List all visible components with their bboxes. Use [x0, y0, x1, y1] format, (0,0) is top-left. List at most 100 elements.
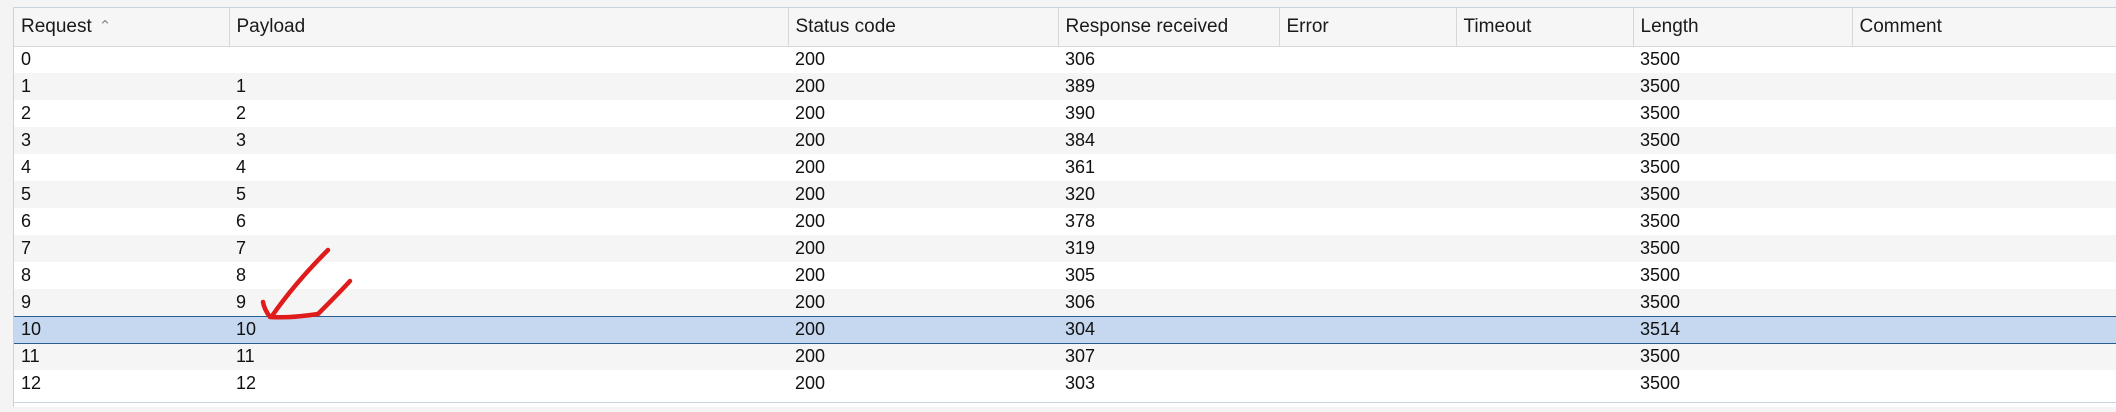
cell-error	[1279, 46, 1456, 73]
cell-length: 3500	[1633, 46, 1852, 73]
cell-request: 11	[14, 343, 229, 370]
table-row[interactable]: 8 8 200 305 3500	[14, 262, 2116, 289]
column-header-status-code[interactable]: Status code	[788, 8, 1059, 47]
cell-status-code: 200	[788, 73, 1058, 100]
column-header-error[interactable]: Error	[1279, 8, 1457, 47]
cell-length: 3500	[1633, 127, 1852, 154]
cell-response-received: 320	[1058, 181, 1279, 208]
cell-response-received: 306	[1058, 289, 1279, 316]
cell-comment	[1852, 370, 2116, 397]
cell-request: 1	[14, 73, 229, 100]
cell-comment	[1852, 154, 2116, 181]
cell-response-received: 306	[1058, 46, 1279, 73]
cell-status-code: 200	[788, 208, 1058, 235]
cell-error	[1279, 343, 1456, 370]
cell-comment	[1852, 127, 2116, 154]
cell-length: 3500	[1633, 370, 1852, 397]
table-header-row: Request ⌃ Payload Status code Response re…	[14, 8, 2116, 47]
cell-comment	[1852, 315, 2116, 344]
cell-comment	[1852, 262, 2116, 289]
results-table-container: Request ⌃ Payload Status code Response re…	[13, 7, 2116, 407]
cell-payload: 12	[229, 370, 788, 397]
cell-status-code: 200	[788, 235, 1058, 262]
column-header-label: Status code	[795, 15, 896, 37]
cell-request: 4	[14, 154, 229, 181]
column-header-timeout[interactable]: Timeout	[1456, 8, 1634, 47]
cell-comment	[1852, 343, 2116, 370]
column-header-response-received[interactable]: Response received	[1058, 8, 1280, 47]
table-row[interactable]: 3 3 200 384 3500	[14, 127, 2116, 154]
table-row[interactable]: 4 4 200 361 3500	[14, 154, 2116, 181]
table-row[interactable]: 12 12 200 303 3500	[14, 370, 2116, 397]
cell-status-code: 200	[788, 289, 1058, 316]
cell-status-code: 200	[788, 181, 1058, 208]
table-row[interactable]: 10 10 200 304 3514	[14, 315, 2116, 344]
cell-request: 3	[14, 127, 229, 154]
cell-payload: 2	[229, 100, 788, 127]
cell-error	[1279, 370, 1456, 397]
cell-payload: 3	[229, 127, 788, 154]
cell-comment	[1852, 73, 2116, 100]
cell-error	[1279, 127, 1456, 154]
cell-response-received: 305	[1058, 262, 1279, 289]
column-header-length[interactable]: Length	[1633, 8, 1853, 47]
table-row[interactable]: 11 11 200 307 3500	[14, 343, 2116, 370]
cell-error	[1279, 315, 1456, 344]
cell-error	[1279, 289, 1456, 316]
cell-error	[1279, 154, 1456, 181]
cell-status-code: 200	[788, 343, 1058, 370]
table-row[interactable]: 5 5 200 320 3500	[14, 181, 2116, 208]
cell-payload: 5	[229, 181, 788, 208]
cell-status-code: 200	[788, 315, 1058, 344]
cell-status-code: 200	[788, 100, 1058, 127]
cell-length: 3500	[1633, 343, 1852, 370]
cell-error	[1279, 262, 1456, 289]
cell-request: 10	[14, 315, 229, 344]
results-table-body: 0 200 306 3500 1 1 200 389 3500 2 2 200 390 3500 3 3 200…	[14, 46, 2116, 397]
cell-payload: 10	[229, 315, 788, 344]
cell-timeout	[1456, 289, 1633, 316]
cell-comment	[1852, 235, 2116, 262]
cell-timeout	[1456, 315, 1633, 344]
cell-timeout	[1456, 100, 1633, 127]
column-header-request[interactable]: Request ⌃	[14, 8, 230, 47]
table-row[interactable]: 0 200 306 3500	[14, 46, 2116, 73]
cell-request: 5	[14, 181, 229, 208]
cell-status-code: 200	[788, 46, 1058, 73]
cell-request: 7	[14, 235, 229, 262]
column-header-label: Length	[1640, 15, 1699, 37]
cell-response-received: 389	[1058, 73, 1279, 100]
results-table: Request ⌃ Payload Status code Response re…	[14, 8, 2116, 397]
cell-timeout	[1456, 235, 1633, 262]
table-bottom-border	[13, 402, 2116, 403]
column-header-label: Timeout	[1463, 15, 1532, 37]
cell-timeout	[1456, 370, 1633, 397]
intruder-results-panel: Request ⌃ Payload Status code Response re…	[0, 0, 2116, 412]
column-header-label: Error	[1286, 15, 1329, 37]
cell-response-received: 319	[1058, 235, 1279, 262]
cell-comment	[1852, 289, 2116, 316]
cell-payload: 7	[229, 235, 788, 262]
cell-request: 8	[14, 262, 229, 289]
cell-timeout	[1456, 127, 1633, 154]
table-row[interactable]: 7 7 200 319 3500	[14, 235, 2116, 262]
cell-request: 0	[14, 46, 229, 73]
table-row[interactable]: 1 1 200 389 3500	[14, 73, 2116, 100]
cell-error	[1279, 73, 1456, 100]
cell-response-received: 390	[1058, 100, 1279, 127]
cell-length: 3500	[1633, 289, 1852, 316]
cell-response-received: 304	[1058, 315, 1279, 344]
cell-request: 2	[14, 100, 229, 127]
column-header-label: Request	[21, 15, 92, 37]
cell-request: 6	[14, 208, 229, 235]
cell-timeout	[1456, 154, 1633, 181]
table-row[interactable]: 2 2 200 390 3500	[14, 100, 2116, 127]
cell-comment	[1852, 100, 2116, 127]
cell-payload: 1	[229, 73, 788, 100]
column-header-payload[interactable]: Payload	[229, 8, 789, 47]
table-row[interactable]: 9 9 200 306 3500	[14, 289, 2116, 316]
cell-length: 3514	[1633, 315, 1852, 344]
table-row[interactable]: 6 6 200 378 3500	[14, 208, 2116, 235]
cell-length: 3500	[1633, 73, 1852, 100]
column-header-comment[interactable]: Comment	[1852, 8, 2116, 47]
